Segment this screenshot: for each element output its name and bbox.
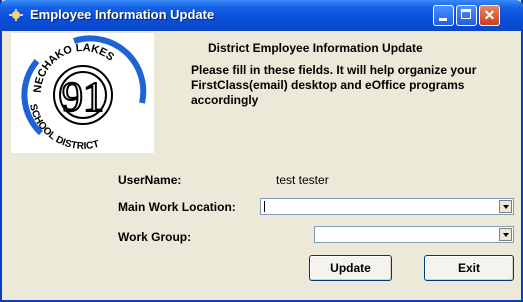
main-work-location-select[interactable]: [260, 198, 514, 215]
exit-button[interactable]: Exit: [424, 255, 514, 281]
window-title: Employee Information Update: [30, 7, 215, 22]
title-bar[interactable]: Employee Information Update ✕: [0, 0, 523, 31]
username-value: test tester: [276, 173, 329, 187]
district-logo-graphic: 91 NECHAKO LAKES SCHOOL DISTRICT: [21, 35, 147, 152]
main-work-location-label: Main Work Location:: [118, 200, 236, 214]
text-caret: [264, 201, 265, 212]
logo-number: 91: [62, 75, 104, 121]
chevron-down-icon[interactable]: [499, 200, 512, 213]
close-button[interactable]: ✕: [479, 5, 500, 26]
work-group-label: Work Group:: [118, 230, 192, 244]
district-logo: 91 NECHAKO LAKES SCHOOL DISTRICT: [11, 33, 154, 153]
work-group-select[interactable]: [314, 226, 514, 243]
update-button[interactable]: Update: [309, 255, 392, 281]
username-label: UserName:: [118, 173, 182, 187]
chevron-down-icon[interactable]: [499, 228, 512, 241]
close-icon: ✕: [483, 7, 496, 23]
header-description: Please fill in these fields. It will hel…: [191, 63, 477, 107]
app-window: Employee Information Update ✕ 91 NECHAKO…: [0, 0, 523, 302]
minimize-button[interactable]: [433, 5, 454, 26]
maximize-button[interactable]: [456, 5, 477, 26]
header-title: District Employee Information Update: [208, 41, 423, 55]
app-icon: [9, 9, 23, 21]
maximize-icon: [461, 9, 471, 19]
minimize-icon: [439, 18, 447, 21]
